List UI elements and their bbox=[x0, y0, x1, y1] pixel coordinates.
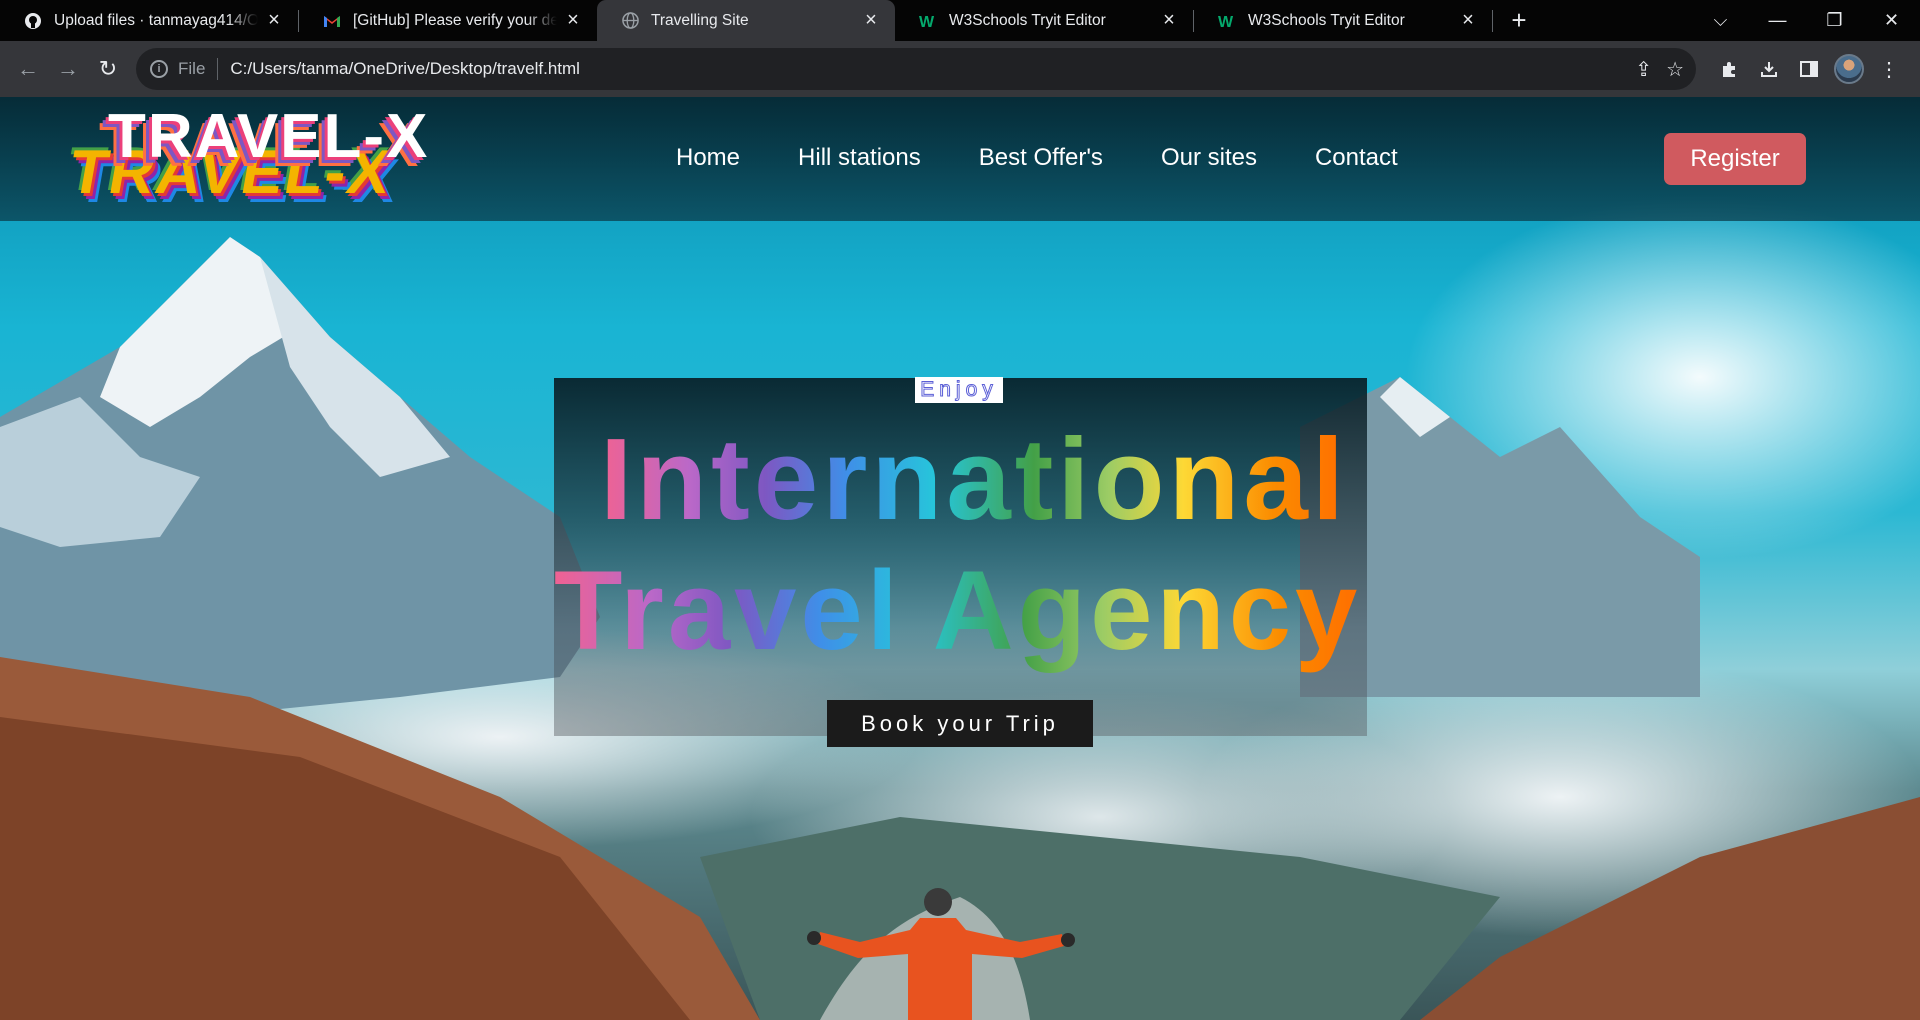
page-viewport: TRAVEL-X TRAVEL-X Home Hill stations Bes… bbox=[0, 97, 1920, 1020]
tab-title: Travelling Site bbox=[651, 11, 749, 29]
avatar bbox=[1834, 54, 1864, 84]
profile-avatar[interactable] bbox=[1832, 52, 1866, 86]
close-tab-icon[interactable]: × bbox=[264, 9, 284, 31]
svg-text:W: W bbox=[1218, 14, 1234, 29]
restore-button[interactable]: ❐ bbox=[1806, 0, 1863, 41]
reload-button[interactable]: ↻ bbox=[88, 49, 128, 89]
w3schools-icon: W bbox=[919, 12, 937, 30]
url-text[interactable]: C:/Users/tanma/OneDrive/Desktop/travelf.… bbox=[230, 59, 580, 79]
close-tab-icon[interactable]: × bbox=[861, 9, 881, 31]
tab-strip: Upload files · tanmayag414/OCTAVE × [Git… bbox=[0, 0, 1920, 41]
globe-icon bbox=[621, 12, 639, 30]
minimize-button[interactable]: — bbox=[1749, 0, 1806, 41]
close-window-button[interactable]: ✕ bbox=[1863, 0, 1920, 41]
main-nav: Home Hill stations Best Offer's Our site… bbox=[676, 144, 1398, 172]
bookmark-star-icon[interactable]: ☆ bbox=[1666, 57, 1684, 82]
tab-title: [GitHub] Please verify your device bbox=[353, 11, 557, 29]
address-divider bbox=[217, 58, 219, 80]
tab-travelling-site[interactable]: Travelling Site × bbox=[597, 0, 895, 41]
tab-w3schools-1[interactable]: W W3Schools Tryit Editor × bbox=[895, 0, 1193, 41]
tab-w3schools-2[interactable]: W W3Schools Tryit Editor × bbox=[1194, 0, 1492, 41]
forward-button[interactable]: → bbox=[48, 49, 88, 89]
omnibox-actions: ⇪ ☆ bbox=[1635, 57, 1684, 82]
share-icon[interactable]: ⇪ bbox=[1635, 57, 1652, 82]
new-tab-button[interactable]: + bbox=[1499, 0, 1539, 41]
extensions-icon[interactable] bbox=[1712, 52, 1746, 86]
close-tab-icon[interactable]: × bbox=[1159, 9, 1179, 31]
book-trip-button[interactable]: Book your Trip bbox=[827, 700, 1093, 747]
hero-title-line1: International bbox=[600, 414, 1349, 544]
register-button[interactable]: Register bbox=[1664, 133, 1806, 185]
traveler-figure bbox=[807, 888, 1075, 1020]
nav-hill-stations[interactable]: Hill stations bbox=[798, 144, 921, 172]
svg-text:W: W bbox=[919, 14, 935, 29]
tab-github-upload[interactable]: Upload files · tanmayag414/OCTAVE × bbox=[0, 0, 298, 41]
info-icon[interactable]: i bbox=[150, 60, 168, 78]
logo-text: TRAVEL-X bbox=[108, 102, 430, 171]
close-tab-icon[interactable]: × bbox=[563, 9, 583, 31]
tab-gmail[interactable]: [GitHub] Please verify your device × bbox=[299, 0, 597, 41]
tab-separator bbox=[1492, 9, 1493, 32]
tab-title: W3Schools Tryit Editor bbox=[1248, 11, 1405, 29]
tab-search-icon[interactable]: ⌵ bbox=[1692, 0, 1749, 41]
github-icon bbox=[24, 12, 42, 30]
tab-title: W3Schools Tryit Editor bbox=[949, 11, 1106, 29]
hero-panel: Enjoy International Travel Agency Book y… bbox=[554, 377, 1367, 747]
side-panel-icon[interactable] bbox=[1792, 52, 1826, 86]
w3schools-icon: W bbox=[1218, 12, 1236, 30]
nav-home[interactable]: Home bbox=[676, 144, 740, 172]
nav-best-offers[interactable]: Best Offer's bbox=[979, 144, 1103, 172]
site-header: TRAVEL-X TRAVEL-X Home Hill stations Bes… bbox=[0, 97, 1920, 221]
menu-icon[interactable]: ⋮ bbox=[1872, 52, 1906, 86]
site-logo[interactable]: TRAVEL-X TRAVEL-X bbox=[64, 101, 430, 211]
hero-title-line2: Travel Agency bbox=[554, 548, 1362, 673]
window-controls: ⌵ — ❐ ✕ bbox=[1692, 0, 1920, 41]
toolbar-right: ⋮ bbox=[1712, 41, 1906, 97]
browser-toolbar: ← → ↻ i File C:/Users/tanma/OneDrive/Des… bbox=[0, 41, 1920, 97]
nav-contact[interactable]: Contact bbox=[1315, 144, 1398, 172]
close-tab-icon[interactable]: × bbox=[1458, 9, 1478, 31]
back-button[interactable]: ← bbox=[8, 49, 48, 89]
nav-our-sites[interactable]: Our sites bbox=[1161, 144, 1257, 172]
scheme-label: File bbox=[178, 59, 206, 78]
hero-kicker: Enjoy bbox=[915, 377, 1003, 403]
address-bar[interactable]: i File C:/Users/tanma/OneDrive/Desktop/t… bbox=[136, 48, 1696, 90]
download-icon[interactable] bbox=[1752, 52, 1786, 86]
gmail-icon bbox=[323, 12, 341, 30]
tab-title: Upload files · tanmayag414/OCTAVE bbox=[54, 11, 258, 29]
